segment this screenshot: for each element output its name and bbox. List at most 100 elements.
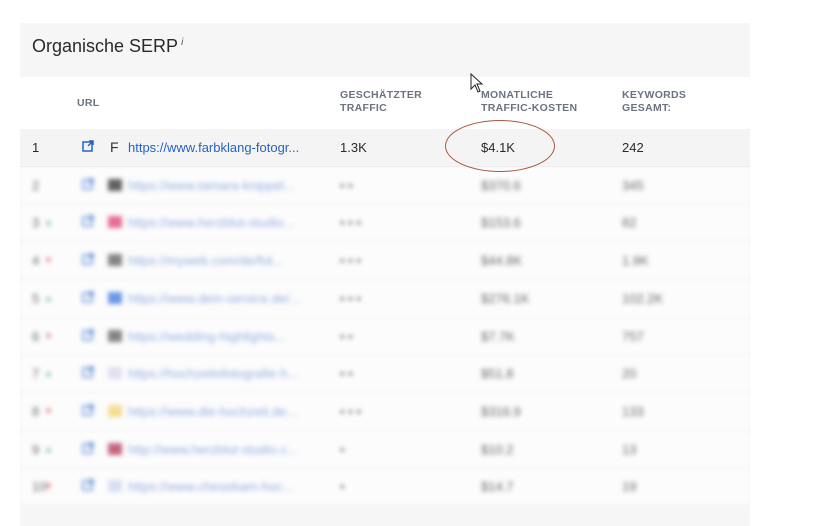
header-traffic[interactable]: GESCHÄTZTER TRAFFIC: [340, 89, 422, 115]
header-traffic-line1: GESCHÄTZTER: [340, 89, 423, 101]
url-link[interactable]: https://www.die-hochzeit.de...: [128, 393, 318, 430]
keywords-value: 19: [622, 479, 637, 495]
table-header: URL GESCHÄTZTER TRAFFIC MONATLICHE TRAFF…: [20, 77, 750, 129]
site-favicon: [108, 404, 122, 417]
external-link-icon[interactable]: [82, 291, 94, 303]
keywords-value: 13: [622, 441, 637, 457]
site-favicon: [108, 367, 122, 380]
rank-change-icon: ▲: [44, 217, 53, 228]
table-row[interactable]: 2 https://www.tamara-knippel... • • $370.6 3…: [20, 166, 750, 205]
external-link-icon[interactable]: [82, 140, 94, 152]
external-link-icon[interactable]: [82, 215, 94, 228]
traffic-value: •: [340, 479, 345, 495]
table-row[interactable]: 1 Fhttps://www.farbklang-fotogr... 1.3K $4.…: [20, 129, 750, 167]
url-link[interactable]: https://hochzeitsfotografie-h...: [128, 355, 318, 392]
external-link-icon[interactable]: [82, 404, 94, 416]
keywords-value: 345: [622, 177, 644, 193]
url-link[interactable]: https://www.herzblut-studio...: [128, 204, 318, 241]
panel-title: Organische SERP i: [32, 36, 183, 57]
traffic-value: 1.3K: [340, 140, 367, 155]
rank-number: 5: [32, 290, 40, 306]
header-traffic-line2: TRAFFIC: [340, 102, 388, 114]
rank-number: 4: [32, 253, 40, 269]
traffic-cost-value: $7.7K: [481, 328, 515, 344]
site-favicon: [108, 178, 122, 191]
external-link-icon[interactable]: [82, 328, 94, 341]
traffic-cost-value: $14.7: [481, 479, 514, 495]
url-link[interactable]: http://www.herzblut-studio.c...: [128, 431, 318, 468]
url-link[interactable]: https://wedding-highlights...: [128, 318, 318, 355]
site-favicon: [108, 480, 122, 493]
rank-number: 2: [32, 177, 40, 193]
site-favicon: [108, 442, 122, 455]
site-favicon: [108, 329, 122, 342]
keywords-value: 757: [622, 328, 644, 344]
traffic-value: • •: [340, 328, 353, 344]
rank-number: 1: [32, 140, 40, 155]
traffic-cost-value: $370.6: [481, 177, 521, 193]
keywords-value: 1.9K: [622, 253, 649, 269]
rank-change-icon: ▼: [44, 330, 53, 341]
external-link-icon[interactable]: [82, 479, 94, 492]
site-favicon: [108, 254, 122, 267]
rank-number: 6: [32, 328, 40, 344]
url-link[interactable]: https://www.dein-service.de/...: [128, 280, 318, 317]
table-row[interactable]: 8 ▼ https://www.die-hochzeit.de... • • • $31…: [20, 392, 750, 431]
external-link-icon[interactable]: [82, 177, 94, 190]
panel-title-text: Organische SERP: [32, 36, 179, 56]
keywords-value: 82: [622, 215, 637, 231]
header-url[interactable]: URL: [77, 97, 99, 110]
header-kw-line2: GESAMT:: [622, 102, 672, 114]
traffic-cost-value: $51.8: [481, 366, 514, 382]
table-row[interactable]: 7 ▲ https://hochzeitsfotografie-h... • • $51…: [20, 355, 750, 394]
url-link[interactable]: https://www.farbklang-fotogr...: [128, 129, 318, 166]
traffic-value: •: [340, 441, 345, 457]
table-row[interactable]: 9 ▲ http://www.herzblut-studio.c... • $10.2 1…: [20, 430, 750, 469]
external-link-icon[interactable]: [82, 253, 94, 265]
site-favicon: [108, 291, 122, 304]
table-row[interactable]: 10 ▼ https://www.chesekam-hoc... • $14.7 19: [20, 468, 750, 507]
external-link-icon[interactable]: [82, 441, 94, 454]
keywords-value: 20: [622, 366, 637, 382]
rank-change-icon: ▲: [44, 292, 53, 303]
rank-change-icon: ▼: [44, 255, 53, 266]
traffic-cost-value: $316.9: [481, 403, 521, 419]
external-link-icon[interactable]: [82, 366, 94, 378]
url-link[interactable]: https://www.chesekam-hoc...: [128, 468, 318, 505]
keywords-value: 133: [622, 403, 644, 419]
traffic-cost-value: $153.6: [481, 215, 521, 231]
site-favicon: [108, 216, 122, 229]
url-link[interactable]: https://www.tamara-knippel...: [128, 167, 318, 204]
table-row[interactable]: 6 ▼ https://wedding-highlights... • • $7.7K 7…: [20, 317, 750, 356]
rank-number: 9: [32, 441, 40, 457]
header-cost-line2: TRAFFIC-KOSTEN: [481, 102, 578, 114]
traffic-value: • • •: [340, 253, 361, 269]
rank-change-icon: ▲: [44, 443, 53, 454]
header-kw-line1: KEYWORDS: [622, 89, 687, 101]
rank-number: 8: [32, 403, 40, 419]
header-cost-line1: MONATLICHE: [481, 89, 554, 101]
traffic-cost-value: $276.1K: [481, 290, 530, 306]
table-row[interactable]: 4 ▼ https://myweb.com/de/fot... • • • $44.8K…: [20, 242, 750, 281]
traffic-value: • •: [340, 177, 353, 193]
traffic-value: • •: [340, 366, 353, 382]
table-row[interactable]: 3 ▲ https://www.herzblut-studio... • • • $15…: [20, 204, 750, 243]
table-row[interactable]: 5 ▲ https://www.dein-service.de/... • • • $2…: [20, 279, 750, 318]
traffic-value: • • •: [340, 215, 361, 231]
keywords-value: 102.2K: [622, 290, 664, 306]
mouse-cursor-icon: [470, 73, 484, 93]
rank-change-icon: ▼: [44, 405, 53, 416]
traffic-value: • • •: [340, 403, 361, 419]
traffic-value: • • •: [340, 290, 361, 306]
keywords-value: 242: [622, 140, 644, 155]
header-keywords[interactable]: KEYWORDS GESAMT:: [622, 89, 686, 115]
info-icon[interactable]: i: [181, 37, 183, 48]
rank-change-icon: ▲: [44, 368, 53, 379]
traffic-cost-value: $10.2: [481, 441, 514, 457]
header-traffic-cost[interactable]: MONATLICHE TRAFFIC-KOSTEN: [481, 89, 577, 115]
site-favicon: F: [110, 139, 119, 155]
rank-number: 3: [32, 215, 40, 231]
rank-number: 7: [32, 366, 40, 382]
url-link[interactable]: https://myweb.com/de/fot...: [128, 242, 318, 279]
annotation-circle: [445, 120, 555, 172]
